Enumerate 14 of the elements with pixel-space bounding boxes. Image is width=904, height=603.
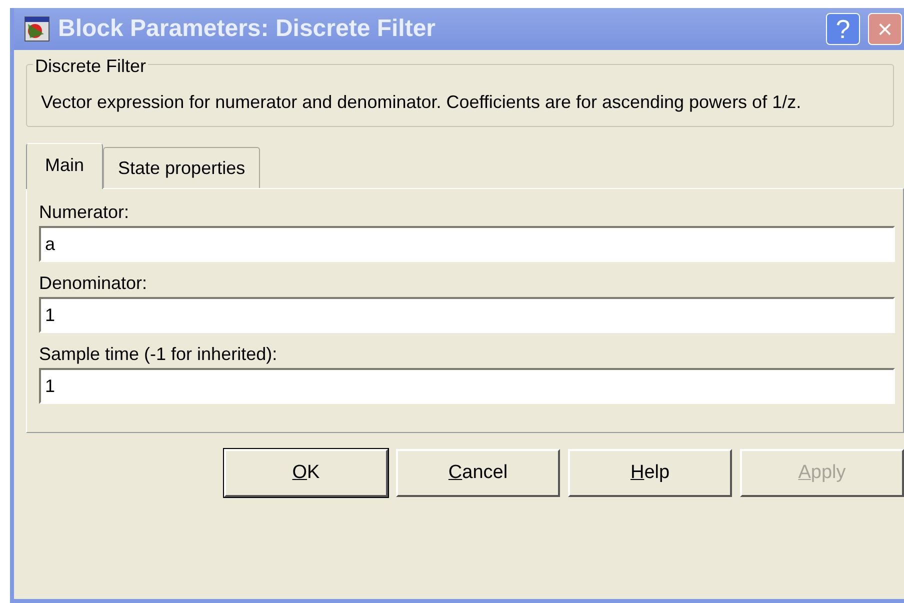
input-field[interactable]: 1 [39,368,895,404]
app-icon [24,16,50,42]
dialog-button[interactable]: Help [568,449,732,497]
field-label: Sample time (-1 for inherited): [39,343,278,366]
input-field[interactable]: 1 [39,297,895,333]
description-text: Vector expression for numerator and denominator. Coefficients are for ascending powers of 1/z. [41,91,802,114]
input-field[interactable]: a [39,226,895,262]
tab[interactable]: State properties [103,147,260,188]
tab[interactable]: Main [26,143,104,189]
dialog-button[interactable]: OK [224,449,388,497]
field-label: Denominator: [39,272,148,295]
dialog-button[interactable]: Cancel [396,449,560,497]
window-title: Block Parameters: Discrete Filter [58,14,437,44]
field-label: Numerator: [39,201,130,224]
